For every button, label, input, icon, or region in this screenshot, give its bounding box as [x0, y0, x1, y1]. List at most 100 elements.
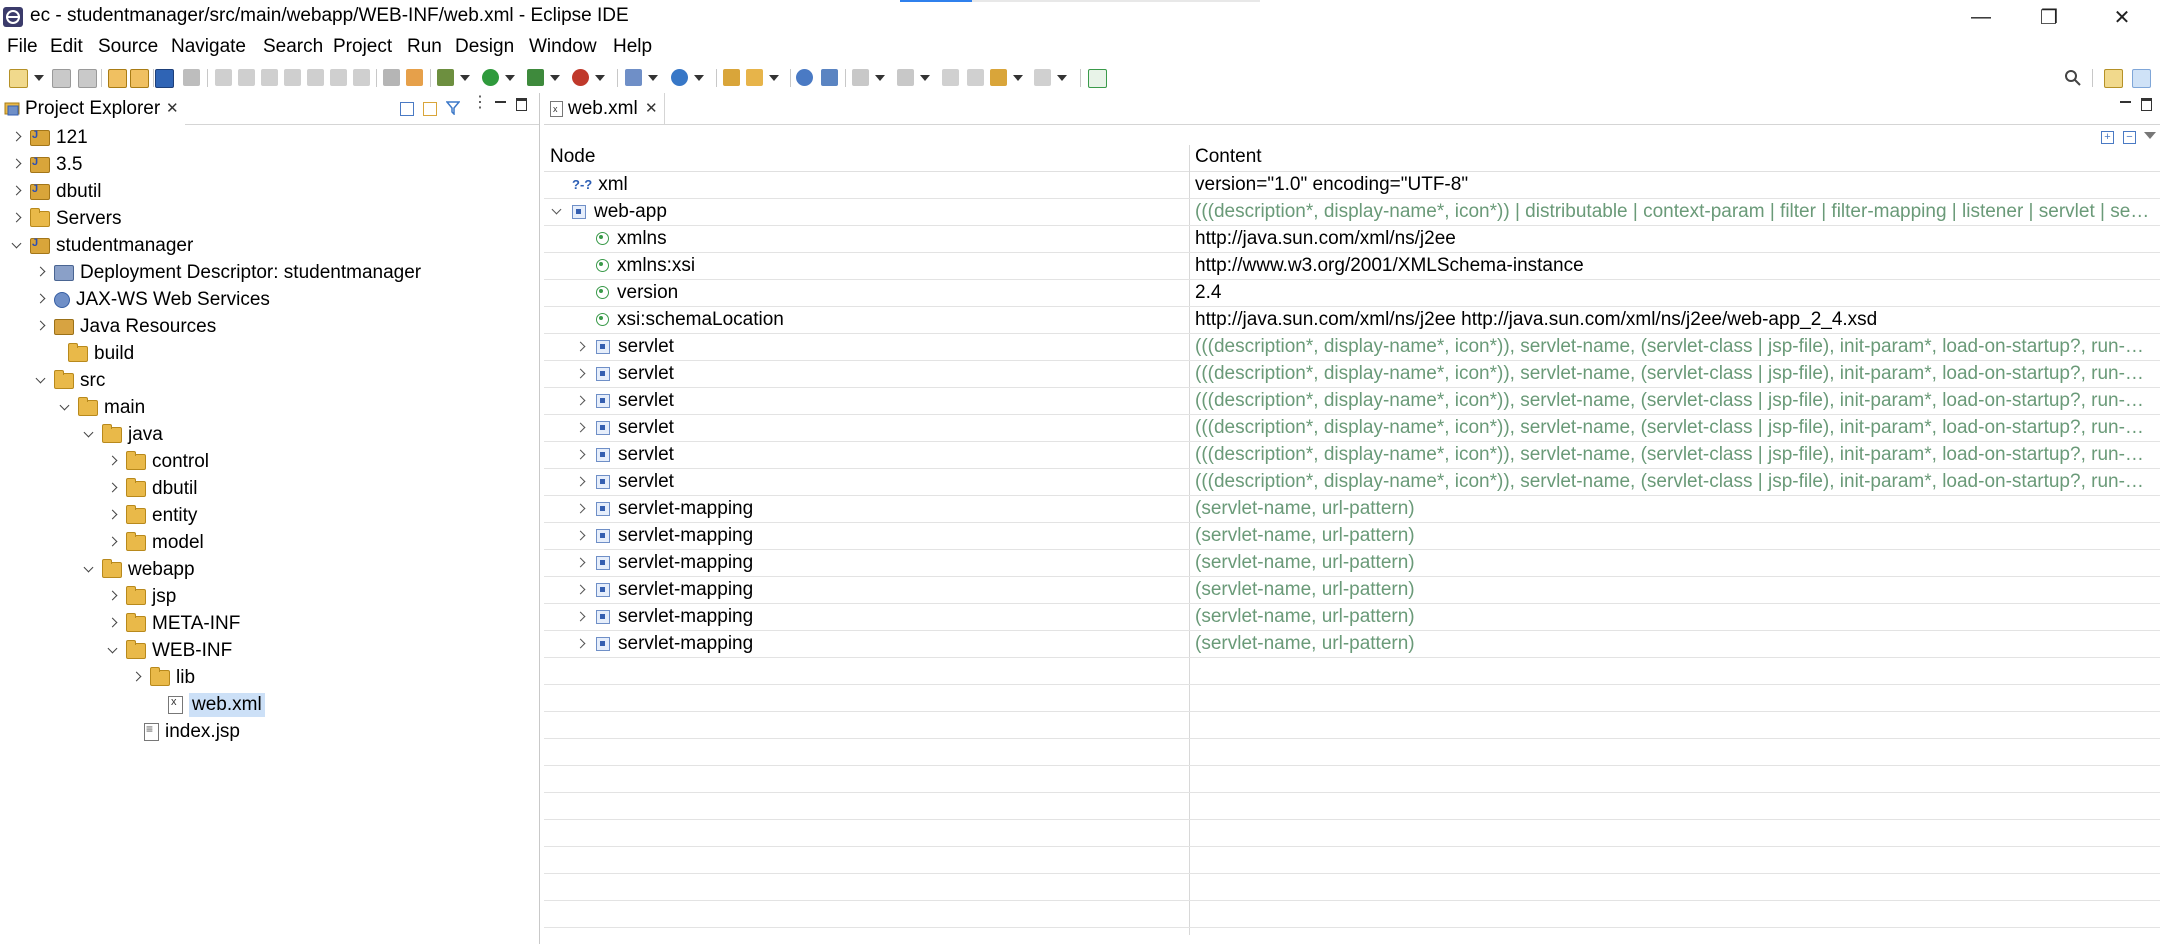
menu-run[interactable]: Run	[407, 36, 442, 58]
expand-chevron-icon[interactable]	[574, 421, 588, 435]
menu-navigate[interactable]: Navigate	[171, 36, 246, 58]
collapse-chevron-icon[interactable]	[34, 374, 48, 388]
node-cell[interactable]: servlet	[544, 387, 1219, 414]
save-all-icon[interactable]	[78, 69, 97, 88]
content-cell[interactable]: (((description*, display-name*, icon*)),…	[1195, 333, 2157, 360]
minimize-button[interactable]: —	[1947, 0, 2015, 34]
save-icon[interactable]	[52, 69, 71, 88]
content-cell[interactable]: http://java.sun.com/xml/ns/j2ee	[1195, 225, 2157, 252]
table-row[interactable]: version 2.4	[544, 279, 2160, 307]
expand-chevron-icon[interactable]	[10, 131, 24, 145]
table-row[interactable]: web-app (((description*, display-name*, i…	[544, 198, 2160, 226]
content-cell[interactable]: 2.4	[1195, 279, 2157, 306]
step-into-icon[interactable]	[307, 69, 324, 86]
content-cell[interactable]: http://www.w3.org/2001/XMLSchema-instanc…	[1195, 252, 2157, 279]
node-cell[interactable]: ?-? xml	[544, 171, 1195, 198]
node-cell[interactable]: web-app	[544, 198, 1195, 225]
expand-chevron-icon[interactable]	[574, 529, 588, 543]
tree-item[interactable]: main	[58, 394, 145, 421]
tree-item[interactable]: java	[82, 421, 163, 448]
content-cell[interactable]: (servlet-name, url-pattern)	[1195, 549, 2157, 576]
expand-chevron-icon[interactable]	[106, 509, 120, 523]
expand-chevron-icon[interactable]	[574, 475, 588, 489]
menu-help[interactable]: Help	[613, 36, 652, 58]
content-cell[interactable]: (servlet-name, url-pattern)	[1195, 630, 2157, 657]
view-menu-icon[interactable]	[2144, 132, 2156, 139]
column-header-node[interactable]: Node	[550, 146, 595, 168]
tree-item[interactable]: studentmanager	[10, 232, 193, 259]
expand-chevron-icon[interactable]	[106, 590, 120, 604]
tree-item[interactable]: dbutil	[106, 475, 197, 502]
table-row[interactable]: servlet (((description*, display-name*, i…	[544, 441, 2160, 469]
minimize-view-icon[interactable]	[495, 101, 506, 103]
content-cell[interactable]: (servlet-name, url-pattern)	[1195, 495, 2157, 522]
expand-chevron-icon[interactable]	[34, 293, 48, 307]
expand-chevron-icon[interactable]	[10, 212, 24, 226]
menu-window[interactable]: Window	[529, 36, 597, 58]
table-row[interactable]: xmlns http://java.sun.com/xml/ns/j2ee	[544, 225, 2160, 253]
skip-breakpoints-icon[interactable]	[183, 69, 200, 86]
close-tab-icon[interactable]: ✕	[166, 99, 179, 117]
run-icon[interactable]	[482, 69, 499, 86]
tab-web-xml[interactable]: x web.xml ✕	[544, 93, 665, 124]
new-server-dropdown-icon[interactable]	[648, 75, 658, 81]
content-cell[interactable]: (servlet-name, url-pattern)	[1195, 576, 2157, 603]
expand-chevron-icon[interactable]	[10, 185, 24, 199]
tree-item[interactable]: 3.5	[10, 151, 82, 178]
menu-search[interactable]: Search	[263, 36, 323, 58]
table-row[interactable]: servlet-mapping (servlet-name, url-patter…	[544, 495, 2160, 523]
node-cell[interactable]: servlet	[544, 360, 1219, 387]
content-cell[interactable]: version="1.0" encoding="UTF-8"	[1195, 171, 2157, 198]
node-cell[interactable]: servlet	[544, 441, 1219, 468]
tree-item[interactable]: index.jsp	[124, 718, 240, 745]
content-cell[interactable]: http://java.sun.com/xml/ns/j2ee http://j…	[1195, 306, 2157, 333]
new-server-icon[interactable]	[625, 69, 642, 86]
collapse-chevron-icon[interactable]	[82, 563, 96, 577]
open-task-icon[interactable]	[1088, 69, 1107, 88]
collapse-chevron-icon[interactable]	[10, 239, 24, 253]
expand-chevron-icon[interactable]	[34, 320, 48, 334]
previous-annotation-dropdown-icon[interactable]	[920, 75, 930, 81]
content-cell[interactable]: (((description*, display-name*, icon*)),…	[1195, 387, 2157, 414]
tree-item[interactable]: JAX-WS Web Services	[34, 286, 270, 313]
maximize-button[interactable]: ❐	[2015, 0, 2083, 34]
forward-icon[interactable]	[1034, 69, 1051, 86]
new-java-project-dropdown-icon[interactable]	[694, 75, 704, 81]
node-cell[interactable]: version	[544, 279, 1219, 306]
table-row[interactable]: servlet (((description*, display-name*, i…	[544, 333, 2160, 361]
node-cell[interactable]: xsi:schemaLocation	[544, 306, 1219, 333]
node-cell[interactable]: servlet-mapping	[544, 495, 1219, 522]
maximize-view-icon[interactable]	[516, 98, 527, 111]
coverage-icon[interactable]	[527, 69, 544, 86]
expand-chevron-icon[interactable]	[574, 394, 588, 408]
search-tool-icon[interactable]	[746, 69, 763, 86]
previous-annotation-icon[interactable]	[897, 69, 914, 86]
toggle-mark-occurrences-icon[interactable]	[406, 69, 423, 86]
view-menu-icon[interactable]: ⋮	[472, 95, 488, 111]
back-dropdown-icon[interactable]	[1013, 75, 1023, 81]
tree-item[interactable]: Deployment Descriptor: studentmanager	[34, 259, 421, 286]
new-java-project-icon[interactable]	[671, 69, 688, 86]
coverage-dropdown-icon[interactable]	[550, 75, 560, 81]
expand-chevron-icon[interactable]	[10, 158, 24, 172]
node-cell[interactable]: servlet	[544, 468, 1219, 495]
step-return-icon[interactable]	[353, 69, 370, 86]
search-tool-dropdown-icon[interactable]	[769, 75, 779, 81]
new-dropdown-icon[interactable]	[34, 75, 44, 81]
next-annotation-dropdown-icon[interactable]	[875, 75, 885, 81]
tree-item[interactable]: control	[106, 448, 209, 475]
expand-chevron-icon[interactable]	[34, 266, 48, 280]
expand-chevron-icon[interactable]	[574, 367, 588, 381]
table-row[interactable]: servlet (((description*, display-name*, i…	[544, 360, 2160, 388]
debug-icon[interactable]	[437, 69, 454, 86]
open-resource-icon[interactable]	[130, 69, 149, 88]
open-perspective-icon[interactable]	[723, 69, 740, 86]
content-cell[interactable]: (((description*, display-name*, icon*)),…	[1195, 441, 2157, 468]
next-annotation-icon[interactable]	[852, 69, 869, 86]
node-cell[interactable]: servlet	[544, 414, 1219, 441]
debug-dropdown-icon[interactable]	[460, 75, 470, 81]
content-cell[interactable]: (((description*, display-name*, icon*)),…	[1195, 468, 2157, 495]
open-perspective-button-icon[interactable]	[2104, 69, 2123, 88]
tree-item[interactable]: entity	[106, 502, 197, 529]
expand-chevron-icon[interactable]	[574, 610, 588, 624]
